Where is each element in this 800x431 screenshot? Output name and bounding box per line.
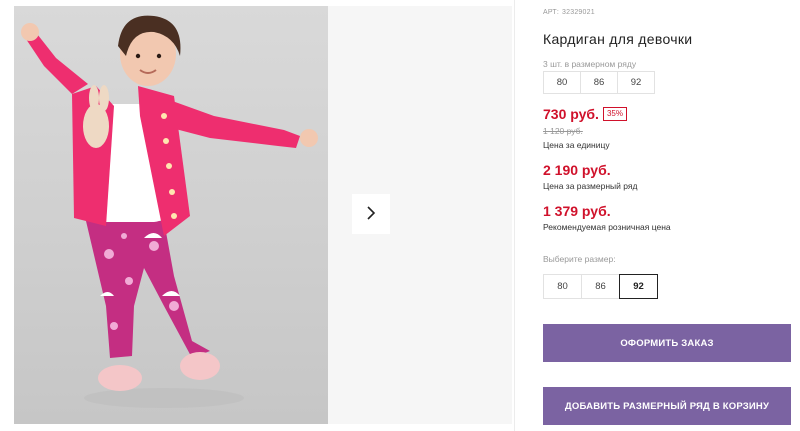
retail-price-caption: Рекомендуемая розничная цена bbox=[543, 222, 671, 232]
size-option-80[interactable]: 80 bbox=[543, 274, 582, 299]
child-illustration bbox=[21, 15, 318, 408]
size-option-86[interactable]: 86 bbox=[581, 274, 620, 299]
discount-badge: 35% bbox=[602, 107, 627, 121]
size-row-item: 80 bbox=[543, 71, 581, 94]
size-picker: 80 86 92 bbox=[543, 274, 658, 299]
unit-price-block: 730 руб. 35% bbox=[543, 106, 627, 122]
unit-price-caption: Цена за единицу bbox=[543, 140, 610, 150]
choose-size-label: Выберите размер: bbox=[543, 254, 616, 264]
sku-label: АРТ: bbox=[543, 9, 560, 16]
size-row-caption: 3 шт. в размерном ряду bbox=[543, 59, 637, 69]
chevron-right-icon bbox=[365, 205, 377, 224]
unit-price: 730 руб. bbox=[543, 106, 599, 122]
old-price: 1 120 руб. bbox=[543, 126, 583, 136]
row-price: 2 190 руб. bbox=[543, 162, 611, 178]
size-row-item: 86 bbox=[580, 71, 618, 94]
column-divider bbox=[514, 0, 515, 431]
size-option-92[interactable]: 92 bbox=[619, 274, 658, 299]
retail-price: 1 379 руб. bbox=[543, 203, 611, 219]
row-price-caption: Цена за размерный ряд bbox=[543, 181, 638, 191]
add-size-row-to-cart-button[interactable]: ДОБАВИТЬ РАЗМЕРНЫЙ РЯД В КОРЗИНУ bbox=[543, 387, 791, 425]
size-row-item: 92 bbox=[617, 71, 655, 94]
product-title: Кардиган для девочки bbox=[543, 31, 693, 47]
gallery-next-button[interactable] bbox=[352, 194, 390, 234]
sku-value: 32329021 bbox=[562, 9, 595, 16]
order-button[interactable]: ОФОРМИТЬ ЗАКАЗ bbox=[543, 324, 791, 362]
sku: АРТ: 32329021 bbox=[543, 9, 595, 16]
product-photo[interactable] bbox=[14, 6, 328, 424]
product-gallery bbox=[0, 0, 515, 431]
size-row-list: 80 86 92 bbox=[543, 71, 655, 94]
